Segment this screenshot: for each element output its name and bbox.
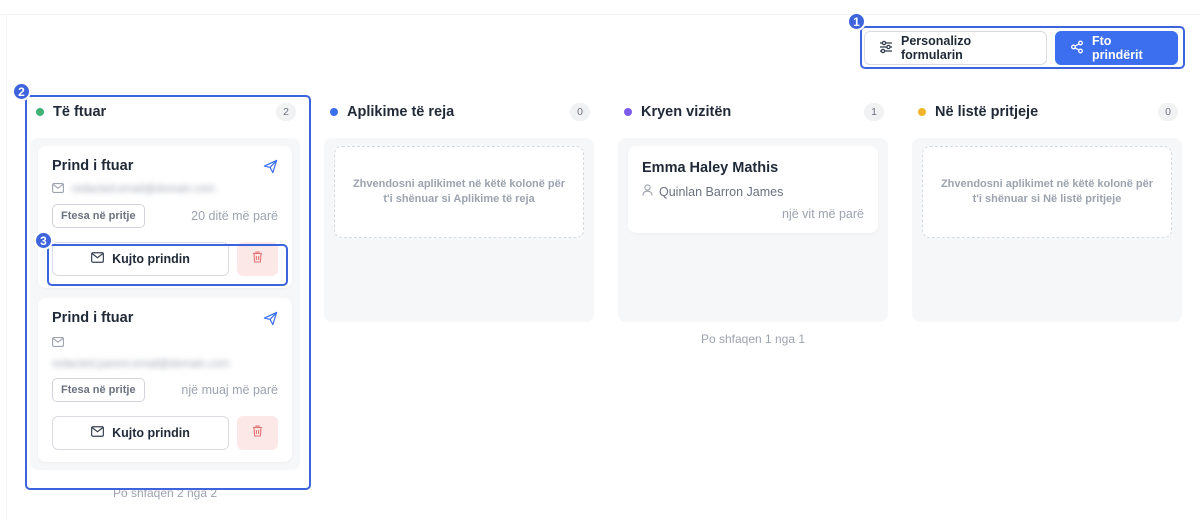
send-icon[interactable] bbox=[263, 311, 278, 331]
column-title: Aplikime të reja bbox=[347, 104, 455, 120]
applicant-name: Emma Haley Mathis bbox=[642, 160, 779, 176]
column-count: 0 bbox=[1158, 103, 1178, 121]
share-icon bbox=[1070, 40, 1084, 57]
card-actions: Kujto prindin bbox=[52, 242, 278, 276]
send-icon[interactable] bbox=[263, 159, 278, 179]
customize-form-label: Personalizo formularin bbox=[901, 34, 972, 62]
remind-parent-button[interactable]: Kujto prindin bbox=[52, 416, 229, 450]
column-body: Emma Haley Mathis Quinlan Barron James n… bbox=[618, 138, 888, 322]
status-row: Ftesa në pritje 20 ditë më parë bbox=[52, 204, 278, 228]
sliders-icon bbox=[879, 40, 893, 57]
column-header: Aplikime të reja 0 bbox=[324, 98, 594, 126]
column-waitlist: Në listë pritjeje 0 Zhvendosni aplikimet… bbox=[912, 98, 1182, 322]
column-body: Zhvendosni aplikimet në këtë kolonë për … bbox=[324, 138, 594, 322]
email-address: redacted.parent.email@domain.com bbox=[52, 358, 230, 370]
delete-button[interactable] bbox=[237, 416, 278, 450]
column-count: 2 bbox=[276, 103, 296, 121]
annotation-badge-3: 3 bbox=[34, 231, 53, 250]
annotation-badge-1: 1 bbox=[847, 12, 866, 31]
column-body: Prind i ftuar redacted.email@domain.com … bbox=[30, 138, 300, 470]
invited-parent-card[interactable]: Prind i ftuar redacted.email@domain.com … bbox=[38, 146, 292, 288]
column-invited: Të ftuar 2 Prind i ftuar redacted.email@… bbox=[30, 98, 300, 500]
invite-parents-label: Fto prindërit bbox=[1092, 34, 1143, 62]
pagination-note: Po shfaqen 2 nga 2 bbox=[112, 486, 218, 500]
mail-icon bbox=[91, 426, 105, 440]
relative-time: një muaj më parë bbox=[181, 383, 278, 397]
email-address: redacted.email@domain.com bbox=[72, 183, 216, 195]
mail-icon bbox=[91, 252, 105, 266]
email-row: redacted.parent.email@domain.com bbox=[52, 334, 278, 370]
trash-icon bbox=[252, 250, 263, 268]
trash-icon bbox=[252, 424, 263, 442]
status-badge: Ftesa në pritje bbox=[52, 204, 145, 228]
invite-parents-button[interactable]: Fto prindërit bbox=[1055, 31, 1178, 65]
column-title: Në listë pritjeje bbox=[935, 104, 1039, 120]
column-title: Të ftuar bbox=[53, 104, 107, 120]
column-header: Kryen vizitën 1 bbox=[618, 98, 888, 126]
card-title: Prind i ftuar bbox=[52, 310, 134, 326]
remind-parent-label: Kujto prindin bbox=[112, 426, 190, 440]
application-card[interactable]: Emma Haley Mathis Quinlan Barron James n… bbox=[628, 146, 878, 233]
column-count: 1 bbox=[864, 103, 884, 121]
column-body: Zhvendosni aplikimet në këtë kolonë për … bbox=[912, 138, 1182, 322]
status-badge: Ftesa në pritje bbox=[52, 378, 145, 402]
column-count: 0 bbox=[570, 103, 590, 121]
remind-parent-button[interactable]: Kujto prindin bbox=[52, 242, 229, 276]
status-row: Ftesa në pritje një muaj më parë bbox=[52, 378, 278, 402]
user-icon bbox=[642, 184, 653, 199]
column-header: Të ftuar 2 bbox=[30, 98, 300, 126]
column-new-applications: Aplikime të reja 0 Zhvendosni aplikimet … bbox=[324, 98, 594, 322]
remind-parent-label: Kujto prindin bbox=[112, 252, 190, 266]
annotation-badge-2: 2 bbox=[12, 82, 31, 101]
top-divider bbox=[0, 14, 1200, 15]
status-dot bbox=[36, 108, 44, 116]
status-dot bbox=[624, 108, 632, 116]
card-title: Prind i ftuar bbox=[52, 158, 134, 174]
status-dot bbox=[330, 108, 338, 116]
column-header: Në listë pritjeje 0 bbox=[912, 98, 1182, 126]
drop-zone[interactable]: Zhvendosni aplikimet në këtë kolonë për … bbox=[334, 146, 584, 238]
mail-icon bbox=[52, 334, 278, 352]
delete-button[interactable] bbox=[237, 242, 278, 276]
invited-parent-card[interactable]: Prind i ftuar redacted.parent.email@doma… bbox=[38, 298, 292, 462]
customize-form-button[interactable]: Personalizo formularin bbox=[864, 31, 1047, 65]
email-row: redacted.email@domain.com bbox=[52, 182, 278, 196]
toolbar: Personalizo formularin Fto prindërit bbox=[864, 31, 1178, 65]
left-divider bbox=[6, 14, 7, 520]
drop-zone[interactable]: Zhvendosni aplikimet në këtë kolonë për … bbox=[922, 146, 1172, 238]
mail-icon bbox=[52, 180, 64, 198]
relative-time: 20 ditë më parë bbox=[191, 209, 278, 223]
column-visited: Kryen vizitën 1 Emma Haley Mathis Quinla… bbox=[618, 98, 888, 346]
card-actions: Kujto prindin bbox=[52, 416, 278, 450]
parent-name: Quinlan Barron James bbox=[659, 184, 784, 199]
status-dot bbox=[918, 108, 926, 116]
column-title: Kryen vizitën bbox=[641, 104, 732, 120]
relative-time: një vit më parë bbox=[782, 207, 864, 221]
pagination-note: Po shfaqen 1 nga 1 bbox=[700, 332, 806, 346]
parent-row: Quinlan Barron James bbox=[642, 184, 864, 199]
